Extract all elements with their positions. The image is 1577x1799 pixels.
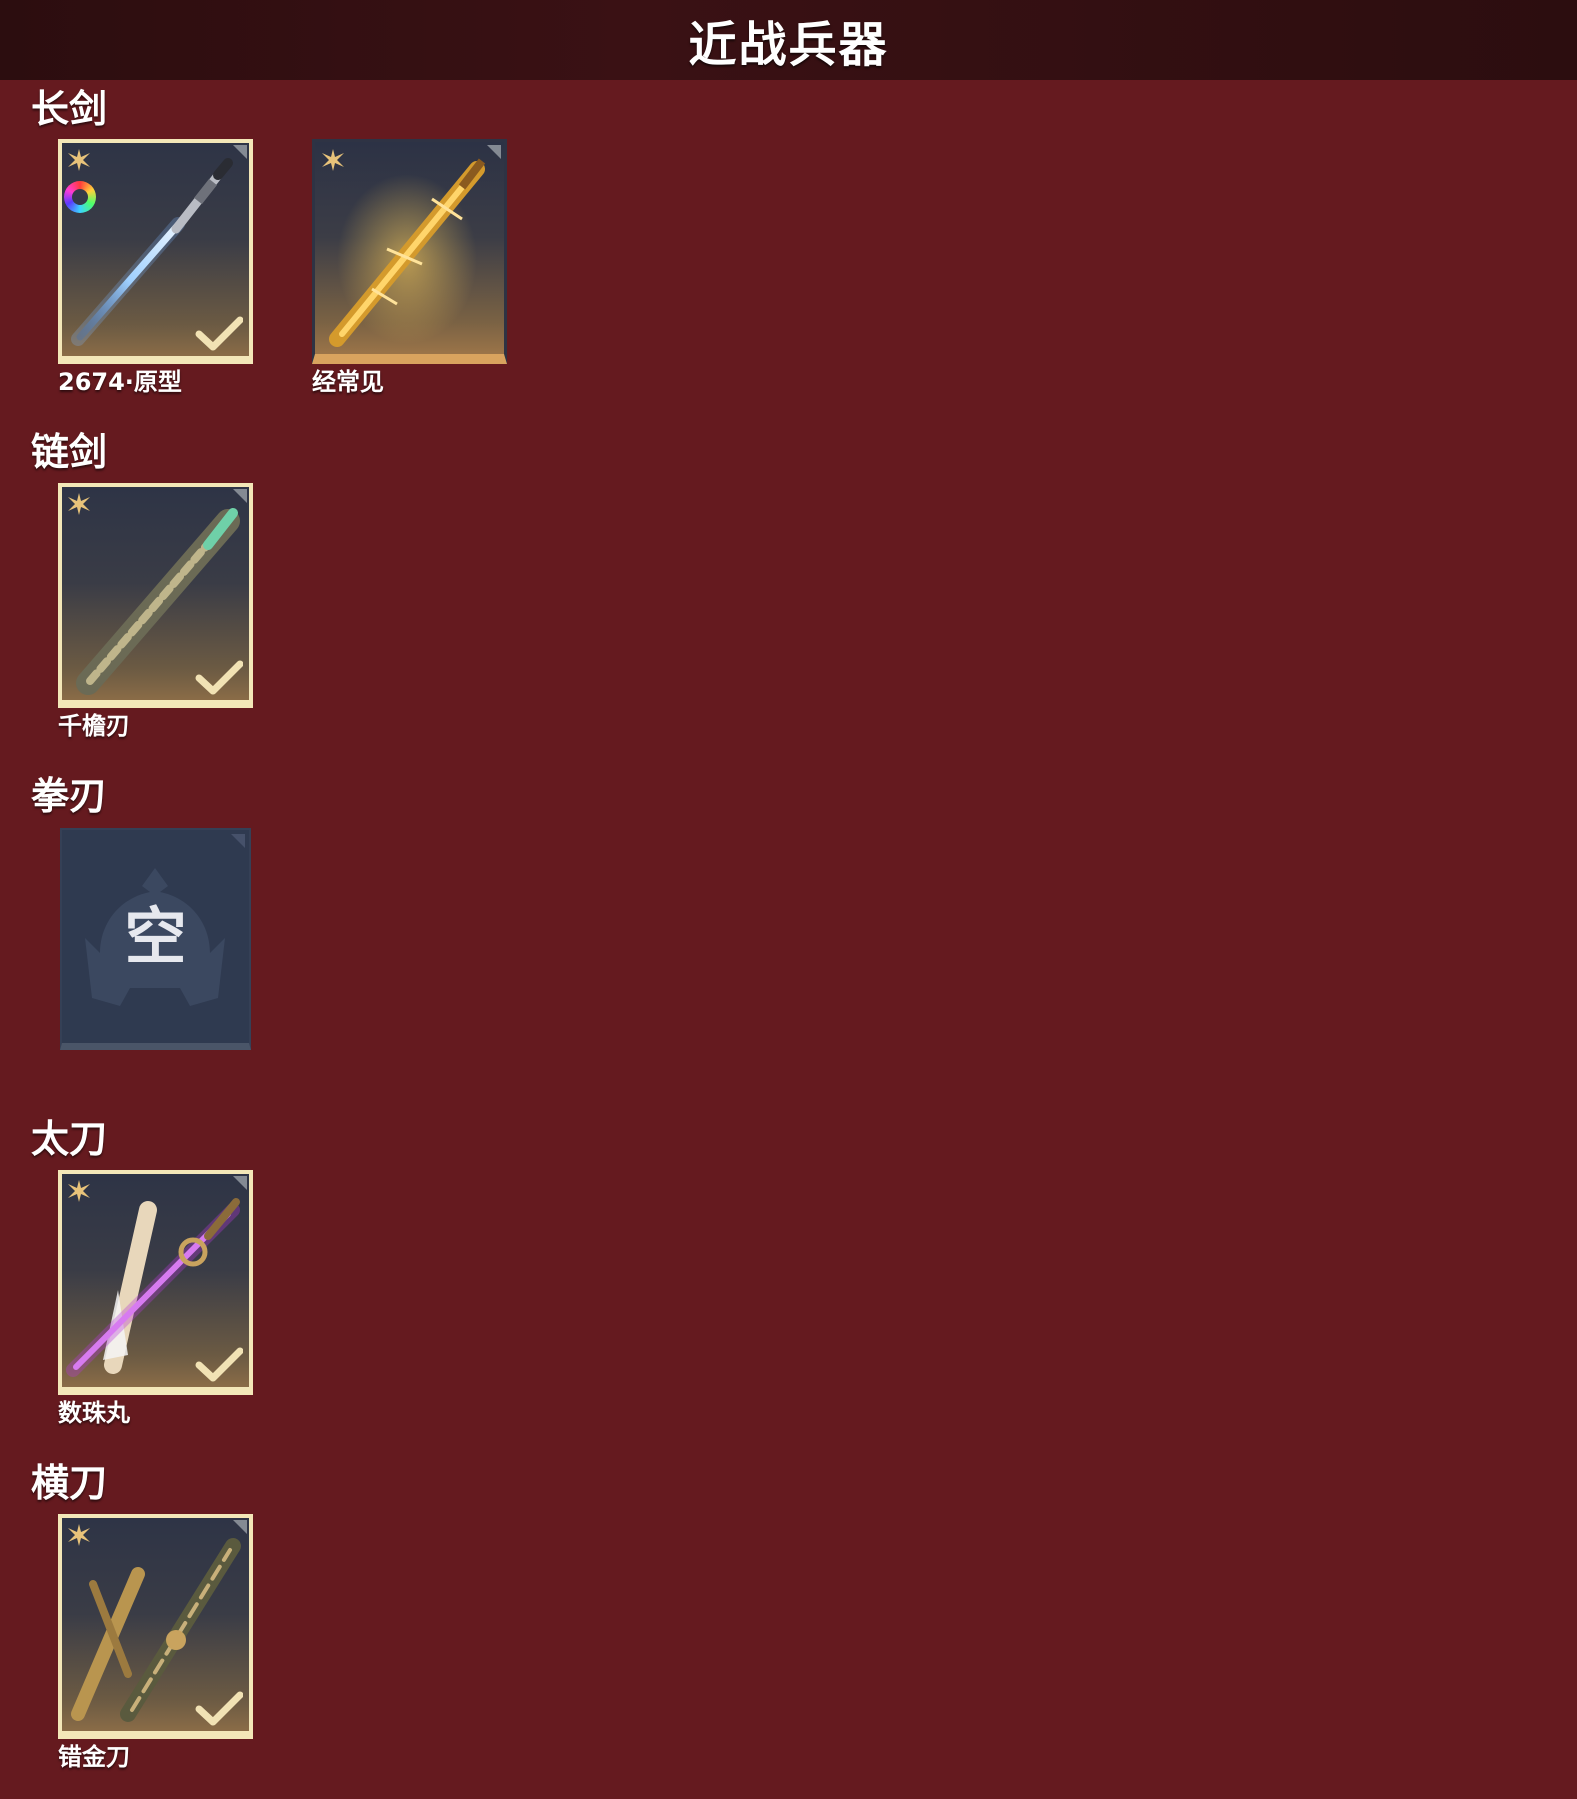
check-icon xyxy=(195,1347,243,1382)
star-icon xyxy=(68,1180,90,1202)
empty-slot-text: 空 xyxy=(124,900,187,973)
weapon-card-jingchangjian[interactable] xyxy=(312,139,507,364)
star-icon xyxy=(68,1524,90,1546)
weapon-card-shuzhuwan[interactable] xyxy=(58,1170,253,1395)
rainbow-ring-icon xyxy=(64,181,96,213)
weapon-name-label: 数珠丸 xyxy=(58,1399,130,1427)
page-header: 近战兵器 xyxy=(0,0,1577,80)
star-icon xyxy=(322,149,344,171)
star-icon xyxy=(68,493,90,515)
star-icon xyxy=(68,149,90,171)
check-icon xyxy=(195,1691,243,1726)
weapon-card-cuojindao[interactable] xyxy=(58,1514,253,1739)
check-icon xyxy=(195,660,243,695)
weapon-name-label: 错金刀 xyxy=(58,1743,130,1771)
weapon-name-label: 经常见 xyxy=(312,368,384,396)
section-title-chainsword: 链剑 xyxy=(31,430,108,474)
weapon-card-qianyanren[interactable] xyxy=(58,483,253,708)
section-title-tachi: 太刀 xyxy=(31,1117,108,1161)
weapon-name-label: 千檐刃 xyxy=(58,712,130,740)
section-title-longsword: 长剑 xyxy=(31,87,108,131)
section-title-fistblade: 拳刃 xyxy=(31,774,108,818)
weapon-name-label: 2674·原型 xyxy=(58,368,182,396)
page-title: 近战兵器 xyxy=(688,17,889,73)
empty-weapon-slot[interactable]: 空 xyxy=(60,828,251,1050)
weapon-card-2674-prototype[interactable] xyxy=(58,139,253,364)
section-title-hengdao: 横刀 xyxy=(31,1461,108,1505)
check-icon xyxy=(195,316,243,351)
